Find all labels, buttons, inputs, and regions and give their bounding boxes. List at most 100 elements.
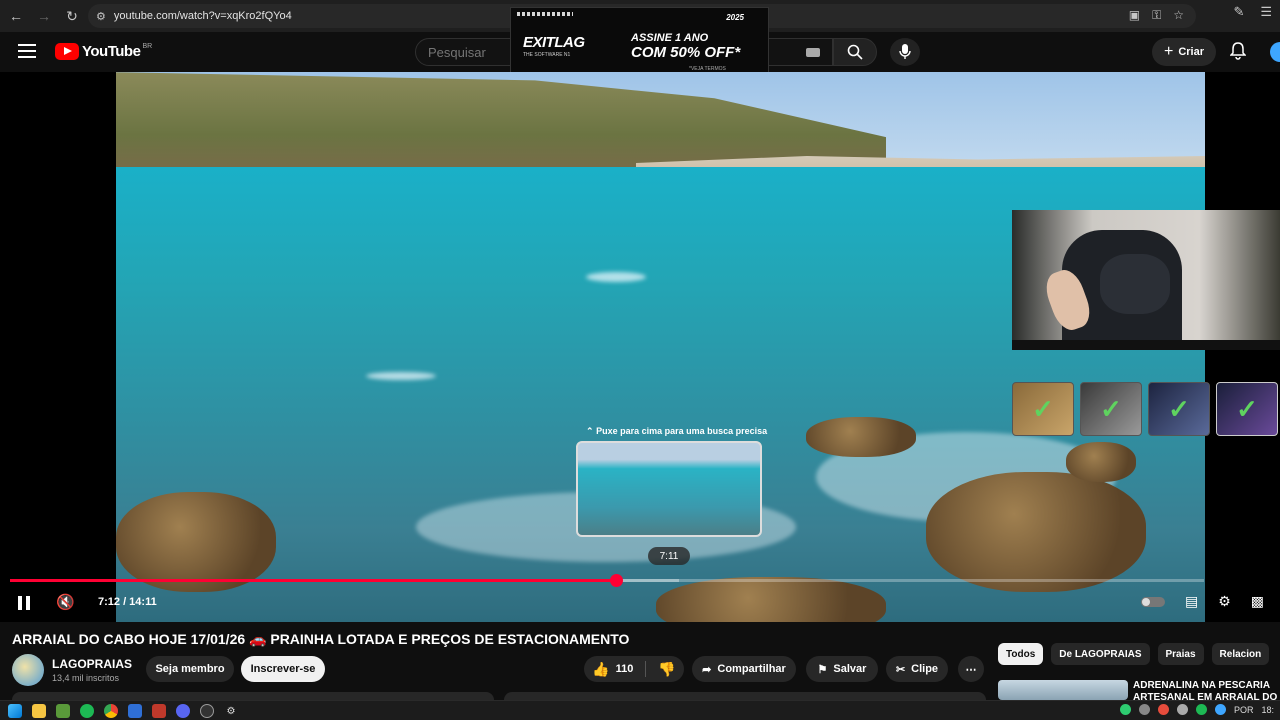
youtube-logo[interactable]: YouTube BR [55,43,152,60]
overlay-tile: ✓ [1080,382,1142,436]
region-label: BR [142,43,153,50]
bookmark-star-icon[interactable]: ☆ [1173,8,1184,23]
spotify-icon[interactable] [80,704,94,718]
join-button[interactable]: Seja membro [146,656,234,682]
rock [116,492,276,592]
channel-avatar[interactable] [12,654,44,686]
recommended-video-title[interactable]: ADRENALINA NA PESCARIA ARTESANAL EM ARRA… [1133,680,1280,700]
chevron-up-icon: ⌃ [586,426,594,436]
seek-preview-thumbnail [576,441,762,537]
media-app-icon[interactable] [152,704,166,718]
windows-start-icon[interactable] [8,704,22,718]
account-avatar[interactable] [1270,42,1280,62]
subtitles-icon[interactable]: ▤ [1185,593,1198,610]
fullscreen-icon[interactable]: ▩ [1251,593,1264,610]
microphone-icon [899,44,911,59]
tray-app-icon[interactable] [1195,704,1207,715]
save-label: Salvar [833,663,867,675]
overlay-tile: ✓ [1216,382,1278,436]
like-count: 110 [615,663,634,675]
discord-icon[interactable] [176,704,190,718]
seek-hint: ⌃ Puxe para cima para uma busca precisa [586,426,767,437]
progress-bar[interactable] [10,574,1204,587]
overlay-tile: ✓ [1012,382,1074,436]
tray-app-icon[interactable] [1138,704,1150,715]
tray-app-icon[interactable] [1176,704,1188,715]
check-icon: ✓ [1168,393,1190,424]
tray-app-icon[interactable] [1119,704,1131,715]
player-controls: 🔇 7:12 / 14:11 ▤ ⚙ ▩ [0,590,1280,620]
settings-icon[interactable]: ⚙ [224,704,238,718]
mute-icon[interactable]: 🔇 [56,593,75,611]
chip-all[interactable]: Todos [998,643,1044,665]
xbox-icon[interactable] [56,704,70,718]
chip-from-channel[interactable]: De LAGOPRAIAS [1051,643,1150,665]
rock [926,472,1146,592]
bell-icon [1229,42,1247,60]
site-info-icon[interactable]: ⚙ [96,10,106,23]
tray-app-icon[interactable] [1214,704,1226,715]
chip-beaches[interactable]: Praias [1157,643,1204,665]
webcam-desk [1012,340,1280,350]
overlay-tile: ✓ [1148,382,1210,436]
description-box-edge [12,692,494,700]
logo-text: YouTube [82,43,141,60]
share-button[interactable]: ➦ Compartilhar [692,656,796,682]
create-button[interactable]: + Criar [1152,38,1216,66]
overlay-tiles: ✓ ✓ ✓ ✓ [1012,382,1278,436]
thumbs-down-icon[interactable]: 👎 [658,661,675,678]
back-icon[interactable]: ← [2,2,30,30]
clip-button[interactable]: ✂ Clipe [886,656,948,682]
url-text: youtube.com/watch?v=xqKro2fQYo4 [113,10,292,22]
ad-banner[interactable]: 2025 EXITLAG THE SOFTWARE N1 ASSINE 1 AN… [510,7,769,80]
clock[interactable]: 18: [1261,705,1274,715]
check-icon: ✓ [1100,393,1122,424]
seek-hint-text: Puxe para cima para uma busca precisa [596,426,768,436]
menu-icon[interactable] [18,44,36,58]
file-explorer-icon[interactable] [32,704,46,718]
chip-related[interactable]: Relacion [1211,643,1270,665]
cast-icon[interactable]: ▣ [1129,8,1140,23]
save-icon: ⚑ [817,663,828,676]
app-icon[interactable] [128,704,142,718]
recommended-video-thumbnail[interactable] [998,680,1128,700]
channel-name[interactable]: LAGOPRAIAS [52,657,132,671]
voice-search-button[interactable] [890,38,920,66]
scissors-icon: ✂ [895,663,906,676]
language-indicator[interactable]: POR [1234,705,1254,715]
ad-stripe-decoration [517,12,573,16]
webcam-overlay [1012,210,1280,350]
forward-icon[interactable]: → [30,2,58,30]
key-icon[interactable]: ⚿ [1152,8,1161,23]
more-actions-button[interactable]: ⋯ [958,656,984,682]
subscriber-count: 13,4 mil inscritos [52,673,120,683]
ad-corner-badge: 2025 [726,13,744,22]
reload-icon[interactable]: ↻ [58,2,86,30]
played-bar [10,579,617,582]
like-button[interactable]: 👍 110 [592,661,633,678]
search-button[interactable] [833,38,877,66]
pause-button[interactable] [18,596,30,610]
save-button[interactable]: ⚑ Salvar [806,656,878,682]
video-title: ARRAIAL DO CABO HOJE 17/01/26 🚗 PRAINHA … [12,631,630,647]
ad-brand: EXITLAG [523,34,585,51]
autoplay-toggle[interactable] [1140,596,1165,607]
thumbs-up-icon: 👍 [592,660,610,677]
side-panel-icon[interactable]: ☰ [1260,4,1272,20]
video-player[interactable]: ✓ ✓ ✓ ✓ ⌃ Puxe para cima para uma busca … [0,72,1280,622]
share-icon: ➦ [702,663,712,676]
check-icon: ✓ [1032,393,1054,424]
notifications-button[interactable] [1229,42,1247,65]
chrome-icon[interactable] [104,704,118,718]
extensions-icon[interactable]: ✎ [1233,4,1244,20]
foam [366,372,436,380]
settings-gear-icon[interactable]: ⚙ [1218,593,1231,610]
subscribe-button[interactable]: Inscrever-se [241,656,325,682]
tray-app-icon[interactable] [1157,704,1169,715]
keyboard-icon[interactable] [806,48,820,57]
create-label: Criar [1178,46,1205,58]
recommendation-chips: Todos De LAGOPRAIAS Praias Relacion [998,643,1270,665]
rock [806,417,916,457]
scrubber-handle[interactable] [610,574,624,587]
obs-icon[interactable] [200,704,214,718]
